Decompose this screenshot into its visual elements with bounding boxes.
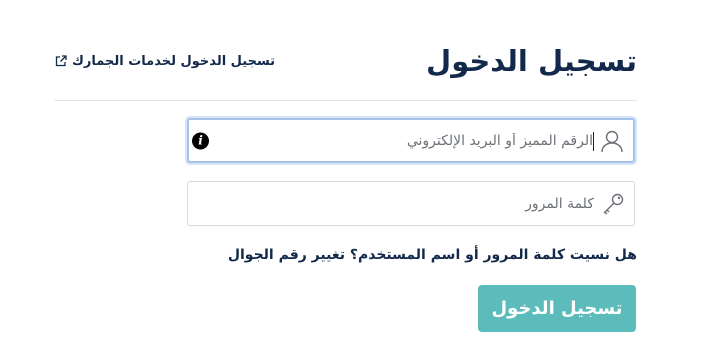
info-icon[interactable]: i [192,132,209,149]
key-icon [603,193,624,214]
login-button[interactable]: تسجيل الدخول [478,285,636,332]
external-link-icon [55,55,67,67]
text-caret [593,132,594,151]
username-field[interactable]: i [187,118,635,163]
username-input[interactable] [223,120,593,161]
login-page: تسجيل الدخول تسجيل الدخول لخدمات الجمارك… [0,0,719,347]
password-input[interactable] [222,182,594,225]
header-divider [54,100,637,101]
user-icon [601,130,623,152]
customs-login-link-label: تسجيل الدخول لخدمات الجمارك [72,53,276,69]
help-links: هل نسيت كلمة المرور أو اسم المستخدم؟ تغي… [228,247,637,263]
change-mobile-link[interactable]: تغيير رقم الجوال [228,247,345,263]
forgot-credentials-link[interactable]: هل نسيت كلمة المرور أو اسم المستخدم؟ [350,247,637,263]
page-title: تسجيل الدخول [426,44,637,78]
password-field[interactable] [187,181,635,226]
customs-login-link[interactable]: تسجيل الدخول لخدمات الجمارك [54,51,275,71]
